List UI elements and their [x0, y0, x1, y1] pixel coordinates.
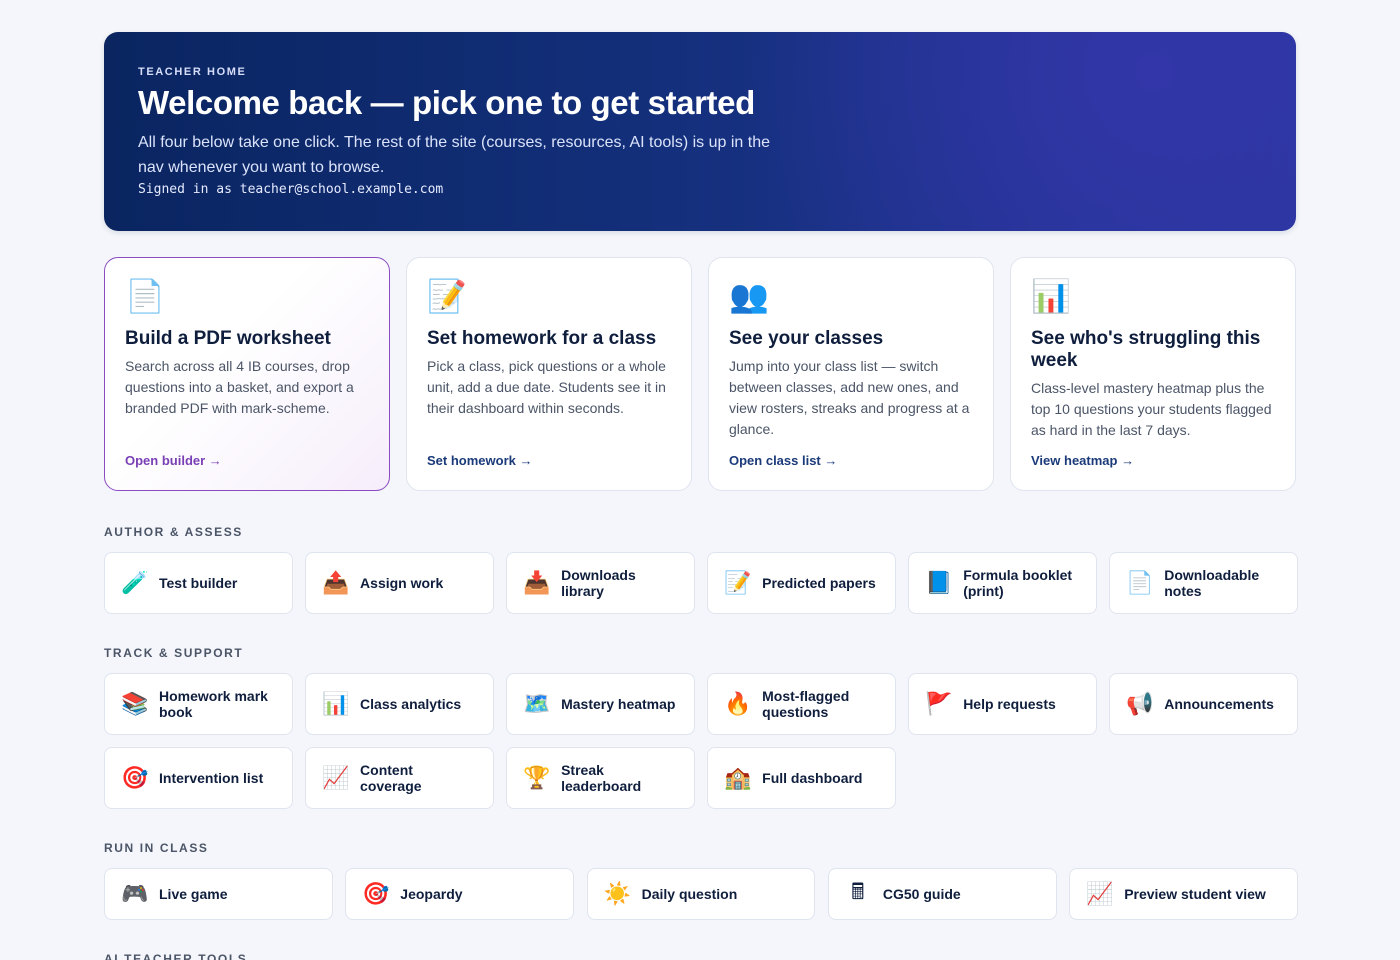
open-class-list-link[interactable]: Open class list → — [729, 453, 837, 468]
tile-label: Downloads library — [561, 567, 636, 599]
tile-full-dashboard[interactable]: 🏫 Full dashboard — [707, 747, 896, 809]
tile-label: Announcements — [1164, 696, 1274, 712]
game-controller-icon: 🎮 — [121, 881, 149, 906]
tile-label: Predicted papers — [762, 575, 876, 591]
fire-icon: 🔥 — [724, 691, 752, 716]
outbox-icon: 📤 — [322, 570, 350, 595]
tile-label: Streak leaderboard — [561, 762, 642, 794]
card-title: Set homework for a class — [427, 328, 657, 349]
tile-label: Mastery heatmap — [561, 696, 676, 712]
people-icon: 👥 — [729, 278, 769, 314]
card-description: Search across all 4 IB courses, drop que… — [125, 358, 354, 416]
card-build-pdf-worksheet[interactable]: 📄 Build a PDF worksheet Search across al… — [104, 257, 390, 491]
tile-label: Preview student view — [1124, 886, 1266, 902]
card-description: Pick a class, pick questions or a whole … — [427, 358, 666, 416]
tile-downloads-library[interactable]: 📥 Downloads library — [506, 552, 695, 614]
memo-icon: 📝 — [724, 570, 752, 595]
page-title: Welcome back — pick one to get started — [138, 84, 755, 121]
trend-chart-icon: 📈 — [1086, 881, 1114, 906]
blue-book-icon: 📘 — [925, 570, 953, 595]
bar-chart-icon: 📊 — [322, 691, 350, 716]
open-builder-link[interactable]: Open builder → — [125, 453, 222, 468]
tile-streak-leaderboard[interactable]: 🏆 Streak leaderboard — [506, 747, 695, 809]
tile-cg50-guide[interactable]: 🖩 CG50 guide — [827, 868, 1057, 920]
tile-label: CG50 guide — [882, 886, 961, 902]
card-description: Class-level mastery heatmap plus the top… — [1031, 380, 1272, 438]
tile-announcements[interactable]: 📢 Announcements — [1109, 673, 1298, 735]
tile-homework-mark-book[interactable]: 📚 Homework mark book — [104, 673, 293, 735]
document-icon: 📄 — [125, 278, 165, 314]
tile-mastery-heatmap[interactable]: 🗺️ Mastery heatmap — [506, 673, 695, 735]
section-label-run-in-class: RUN IN CLASS — [104, 841, 209, 855]
tile-daily-question[interactable]: ☀️ Daily question — [586, 868, 816, 920]
document-icon: 📄 — [1126, 570, 1154, 595]
signed-in-as: Signed in as teacher@school.example.com — [138, 181, 444, 197]
tile-formula-booklet[interactable]: 📘 Formula booklet (print) — [908, 552, 1097, 614]
tile-downloadable-notes[interactable]: 📄 Downloadable notes — [1109, 552, 1298, 614]
tile-label: Daily question — [641, 886, 738, 902]
quick-action-cards: 📄 Build a PDF worksheet Search across al… — [104, 257, 1296, 491]
tile-label: Homework mark book — [159, 688, 268, 720]
card-title: See who's struggling this week — [1031, 328, 1261, 371]
test-tube-icon: 🧪 — [121, 570, 149, 595]
tile-label: Test builder — [159, 575, 238, 591]
card-title: Build a PDF worksheet — [125, 328, 331, 349]
hero-eyebrow: TEACHER HOME — [138, 66, 247, 78]
sun-icon: ☀️ — [603, 881, 631, 906]
author-assess-tiles: 🧪 Test builder 📤 Assign work 📥 Downloads… — [104, 552, 1298, 614]
tile-label: Assign work — [360, 575, 444, 591]
tile-class-analytics[interactable]: 📊 Class analytics — [305, 673, 494, 735]
tile-label: Help requests — [963, 696, 1056, 712]
teacher-home: TEACHER HOME Welcome back — pick one to … — [104, 32, 1298, 960]
tile-label: Content coverage — [360, 762, 422, 794]
tile-jeopardy[interactable]: 🎯 Jeopardy — [345, 868, 575, 920]
tile-label: Jeopardy — [400, 886, 463, 902]
tile-label: Most-flagged questions — [762, 688, 850, 720]
map-icon: 🗺️ — [523, 691, 551, 716]
memo-icon: 📝 — [427, 278, 467, 314]
hero-banner: TEACHER HOME Welcome back — pick one to … — [104, 32, 1296, 231]
tile-label: Full dashboard — [762, 770, 863, 786]
trophy-icon: 🏆 — [523, 765, 551, 790]
megaphone-icon: 📢 — [1126, 691, 1154, 716]
inbox-icon: 📥 — [523, 570, 551, 595]
tile-help-requests[interactable]: 🚩 Help requests — [908, 673, 1097, 735]
card-see-classes[interactable]: 👥 See your classes Jump into your class … — [708, 257, 994, 491]
trend-chart-icon: 📈 — [322, 765, 350, 790]
tile-label: Class analytics — [360, 696, 462, 712]
track-support-tiles: 📚 Homework mark book 📊 Class analytics 🗺… — [104, 673, 1298, 809]
section-label-track-support: TRACK & SUPPORT — [104, 646, 244, 660]
tile-label: Intervention list — [159, 770, 264, 786]
tile-assign-work[interactable]: 📤 Assign work — [305, 552, 494, 614]
set-homework-link[interactable]: Set homework → — [427, 453, 532, 468]
tile-label: Live game — [159, 886, 228, 902]
bar-chart-icon: 📊 — [1031, 278, 1071, 314]
section-label-ai-teacher-tools: AI TEACHER TOOLS — [104, 952, 248, 960]
calculator-icon: 🖩 — [851, 879, 865, 904]
target-icon: 🎯 — [362, 881, 390, 906]
section-label-author-assess: AUTHOR & ASSESS — [104, 525, 243, 539]
tile-label: Downloadable notes — [1164, 567, 1260, 599]
flag-icon: 🚩 — [925, 691, 953, 716]
card-title: See your classes — [729, 328, 884, 349]
school-icon: 🏫 — [724, 765, 752, 790]
view-heatmap-link[interactable]: View heatmap → — [1031, 453, 1134, 468]
books-icon: 📚 — [121, 691, 149, 716]
tile-preview-student-view[interactable]: 📈 Preview student view — [1069, 868, 1298, 920]
tile-predicted-papers[interactable]: 📝 Predicted papers — [707, 552, 896, 614]
tile-test-builder[interactable]: 🧪 Test builder — [104, 552, 293, 614]
card-description: Jump into your class list — switch betwe… — [729, 358, 970, 437]
target-icon: 🎯 — [121, 765, 149, 790]
card-struggling-students[interactable]: 📊 See who's struggling this week Class-l… — [1010, 257, 1296, 491]
tile-live-game[interactable]: 🎮 Live game — [104, 868, 333, 920]
hero-subtitle: All four below take one click. The rest … — [138, 133, 770, 176]
tile-content-coverage[interactable]: 📈 Content coverage — [305, 747, 494, 809]
run-in-class-tiles: 🎮 Live game 🎯 Jeopardy ☀️ Daily question… — [104, 868, 1298, 920]
tile-intervention-list[interactable]: 🎯 Intervention list — [104, 747, 293, 809]
card-set-homework[interactable]: 📝 Set homework for a class Pick a class,… — [406, 257, 692, 491]
tile-most-flagged-questions[interactable]: 🔥 Most-flagged questions — [707, 673, 896, 735]
tile-label: Formula booklet (print) — [963, 567, 1073, 599]
